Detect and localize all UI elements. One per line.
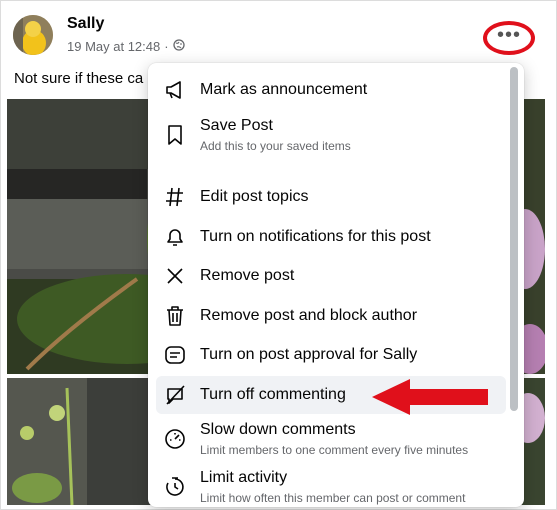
post-options-button[interactable]: ••• (483, 21, 535, 55)
menu-item-edit-topics[interactable]: Edit post topics (156, 178, 506, 216)
bookmark-icon (164, 124, 186, 146)
menu-item-label: Turn on notifications for this post (200, 228, 431, 245)
close-icon (164, 265, 186, 287)
speedometer-icon (164, 428, 186, 450)
menu-item-remove-post[interactable]: Remove post (156, 257, 506, 295)
menu-item-label: Save Post (200, 117, 273, 134)
menu-item-save-post[interactable]: Save Post Add this to your saved items (156, 111, 506, 159)
annotation-arrow (372, 379, 488, 415)
comment-off-icon (164, 384, 186, 406)
menu-item-label: Slow down comments (200, 421, 356, 438)
post-approval-icon (164, 344, 186, 366)
bell-icon (164, 226, 186, 248)
menu-item-label: Remove post and block author (200, 307, 418, 324)
timer-icon (164, 476, 186, 498)
menu-item-label: Edit post topics (200, 188, 309, 205)
globe-icon (172, 39, 185, 54)
author-name[interactable]: Sally (67, 15, 104, 33)
post-meta: 19 May at 12:48 · (67, 39, 185, 54)
menu-item-mark-announcement[interactable]: Mark as announcement (156, 71, 506, 109)
post-text: Not sure if these ca (14, 70, 144, 87)
trash-icon (164, 305, 186, 327)
menu-item-post-approval[interactable]: Turn on post approval for Sally (156, 336, 506, 374)
menu-item-sublabel: Limit members to one comment every five … (200, 443, 469, 457)
menu-item-notifications[interactable]: Turn on notifications for this post (156, 218, 506, 256)
post-timestamp[interactable]: 19 May at 12:48 (67, 39, 160, 54)
hashtag-icon (164, 186, 186, 208)
menu-item-label: Mark as announcement (200, 81, 368, 98)
menu-item-slow-down-comments[interactable]: Slow down comments Limit members to one … (156, 415, 506, 463)
menu-item-sublabel: Limit how often this member can post or … (200, 491, 466, 505)
menu-item-remove-and-block[interactable]: Remove post and block author (156, 297, 506, 335)
menu-item-sublabel: Add this to your saved items (200, 139, 351, 153)
menu-item-label: Limit activity (200, 469, 288, 486)
meta-separator: · (164, 39, 169, 54)
menu-item-label: Remove post (200, 267, 295, 284)
menu-item-limit-activity[interactable]: Limit activity Limit how often this memb… (156, 463, 506, 507)
post-options-menu: Mark as announcement Save Post Add this … (148, 63, 524, 507)
menu-scrollbar[interactable] (510, 67, 518, 411)
more-horizontal-icon: ••• (496, 24, 521, 46)
menu-item-label: Turn on post approval for Sally (200, 346, 418, 363)
megaphone-icon (164, 79, 186, 101)
author-avatar[interactable] (13, 15, 53, 55)
